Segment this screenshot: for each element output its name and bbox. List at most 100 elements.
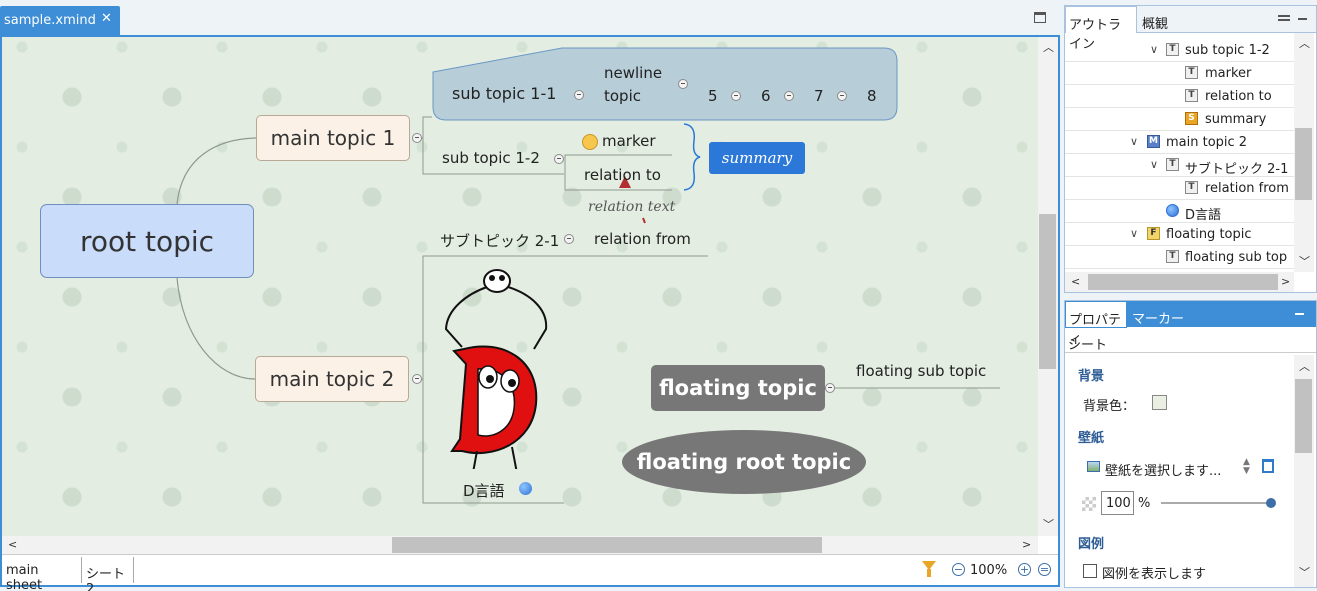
scroll-down-icon[interactable]: ﹀ (1299, 567, 1310, 578)
outline-tab-bar: アウトライン 概観 (1065, 6, 1316, 52)
root-topic[interactable]: root topic (40, 204, 254, 278)
zoom-fit-icon[interactable]: = (1038, 563, 1051, 576)
outline-vertical-thumb[interactable] (1295, 128, 1312, 200)
outline-row[interactable]: T marker (1065, 62, 1294, 85)
outline-row[interactable]: D言語 (1065, 200, 1294, 223)
chevron-down-icon[interactable]: ∨ (1130, 135, 1138, 148)
newline-topic-line-1[interactable]: newline (604, 64, 662, 82)
scroll-down-icon[interactable]: ﹀ (1299, 256, 1310, 267)
tab-markers[interactable]: マーカー (1129, 301, 1187, 328)
opacity-input[interactable]: 100 (1101, 491, 1134, 515)
outline-row[interactable]: T relation to (1065, 85, 1294, 108)
scroll-down-icon[interactable]: ﹀ (1043, 519, 1054, 530)
trash-icon[interactable] (1262, 459, 1274, 473)
sheet-tab-sheet-2[interactable]: シート 2 (82, 557, 134, 591)
image-icon (1087, 461, 1100, 472)
number-topic-6[interactable]: 6 (761, 87, 771, 105)
main-topic-2[interactable]: main topic 2 (255, 356, 409, 402)
main-topic-1[interactable]: main topic 1 (256, 115, 410, 161)
outline-row-label: D言語 (1185, 208, 1222, 223)
d-language-mascot-image[interactable] (442, 269, 552, 469)
subtopic-2-1[interactable]: サブトピック 2-1 (440, 230, 559, 251)
canvas-horizontal-scrollbar[interactable]: < > (2, 536, 1038, 554)
zoom-in-icon[interactable]: + (1018, 563, 1031, 576)
background-color-swatch[interactable] (1152, 395, 1167, 410)
vertical-scroll-thumb[interactable] (1039, 214, 1056, 369)
sub-topic-1-1[interactable]: sub topic 1-1 (452, 84, 556, 103)
number-topic-8[interactable]: 8 (867, 87, 877, 105)
close-icon[interactable]: ✕ (101, 11, 112, 26)
collapse-floating-topic-icon[interactable] (825, 383, 835, 393)
floating-root-topic[interactable]: floating root topic (622, 430, 866, 494)
scroll-right-icon[interactable]: > (1022, 539, 1031, 550)
collapse-6-icon[interactable] (784, 91, 794, 101)
editor-tab-sample-xmind[interactable]: sample.xmind ✕ (0, 6, 120, 35)
tab-outline[interactable]: アウトライン (1065, 6, 1137, 52)
maximize-icon[interactable] (1034, 12, 1046, 23)
wallpaper-select[interactable]: 壁紙を選択します... ▲ ▼ (1085, 458, 1255, 479)
relation-from-topic[interactable]: relation from (594, 230, 691, 248)
scroll-up-icon[interactable]: ︿ (1043, 42, 1054, 53)
collapse-subtopic-2-1-icon[interactable] (564, 234, 574, 244)
legend-section-heading: 図例 (1078, 537, 1105, 552)
floating-topic[interactable]: floating topic (651, 365, 825, 411)
sub-topic-1-2[interactable]: sub topic 1-2 (442, 149, 540, 167)
canvas-vertical-scrollbar[interactable]: ︿ ﹀ (1038, 37, 1058, 536)
marker-topic[interactable]: marker (602, 132, 656, 150)
properties-vertical-thumb[interactable] (1295, 379, 1312, 453)
tab-overview[interactable]: 概観 (1139, 6, 1171, 33)
outline-row-label: floating sub top (1185, 250, 1288, 265)
outline-row[interactable]: T relation from (1065, 177, 1294, 200)
outline-row-label: marker (1205, 66, 1252, 81)
outline-row[interactable]: ∨ F floating topic (1065, 223, 1294, 246)
d-language-topic[interactable]: D言語 (463, 480, 505, 501)
minimize-icon[interactable] (1295, 313, 1304, 315)
collapse-main-topic-1-icon[interactable] (412, 133, 422, 143)
outline-row-label: sub topic 1-2 (1185, 43, 1270, 58)
outline-row[interactable]: T floating sub top (1065, 246, 1294, 269)
scroll-left-icon[interactable]: < (8, 539, 17, 550)
number-topic-5[interactable]: 5 (708, 87, 718, 105)
outline-horizontal-thumb[interactable] (1088, 274, 1278, 290)
collapse-7-icon[interactable] (837, 91, 847, 101)
scroll-right-icon[interactable]: > (1281, 276, 1290, 287)
minimize-icon[interactable] (1298, 18, 1307, 20)
summary-topic[interactable]: summary (709, 142, 805, 174)
floating-sub-topic[interactable]: floating sub topic (856, 362, 986, 380)
collapse-sub-topic-1-1-icon[interactable] (574, 90, 584, 100)
tab-properties[interactable]: プロパティ (1065, 301, 1127, 347)
horizontal-scroll-thumb[interactable] (392, 537, 822, 553)
sheet-tab-main-sheet[interactable]: main sheet (2, 557, 82, 591)
view-menu-icon[interactable] (1278, 15, 1290, 21)
chevron-down-icon[interactable]: ∨ (1130, 227, 1138, 240)
collapse-main-topic-2-icon[interactable] (412, 374, 422, 384)
outline-row[interactable]: S summary (1065, 108, 1294, 131)
scroll-left-icon[interactable]: < (1071, 276, 1080, 287)
collapse-newline-topic-icon[interactable] (678, 79, 688, 89)
relation-to-topic[interactable]: relation to (584, 166, 661, 184)
sheet-tab-bar: main sheet シート 2 − 100% + = (2, 554, 1058, 591)
chevron-down-icon[interactable]: ∨ (1150, 43, 1158, 56)
relation-label[interactable]: relation text (588, 199, 675, 215)
collapse-sub-topic-1-2-icon[interactable] (554, 154, 564, 164)
newline-topic-line-2[interactable]: topic (604, 87, 641, 105)
zoom-out-icon[interactable]: − (952, 563, 965, 576)
globe-icon[interactable] (519, 482, 532, 495)
editor-tab-label: sample.xmind (4, 13, 96, 28)
outline-vertical-scrollbar[interactable]: ︿ ﹀ (1294, 33, 1314, 272)
mindmap-canvas[interactable]: root topic main topic 1 main topic 2 sub… (2, 37, 1038, 536)
chevron-down-icon[interactable]: ∨ (1150, 158, 1158, 171)
legend-checkbox[interactable] (1083, 564, 1097, 578)
opacity-slider-knob[interactable] (1266, 498, 1276, 508)
scroll-up-icon[interactable]: ︿ (1299, 38, 1310, 49)
topic-icon: T (1166, 250, 1179, 263)
properties-vertical-scrollbar[interactable]: ︿ ﹀ (1294, 355, 1314, 587)
outline-horizontal-scrollbar[interactable]: < > (1065, 272, 1294, 292)
outline-row[interactable]: ∨ T sub topic 1-2 (1065, 39, 1294, 62)
outline-row[interactable]: ∨ T サブトピック 2-1 (1065, 154, 1294, 177)
collapse-5-icon[interactable] (731, 91, 741, 101)
scroll-up-icon[interactable]: ︿ (1299, 361, 1310, 372)
number-topic-7[interactable]: 7 (814, 87, 824, 105)
outline-row[interactable]: ∨ M main topic 2 (1065, 131, 1294, 154)
opacity-slider[interactable] (1161, 502, 1271, 504)
